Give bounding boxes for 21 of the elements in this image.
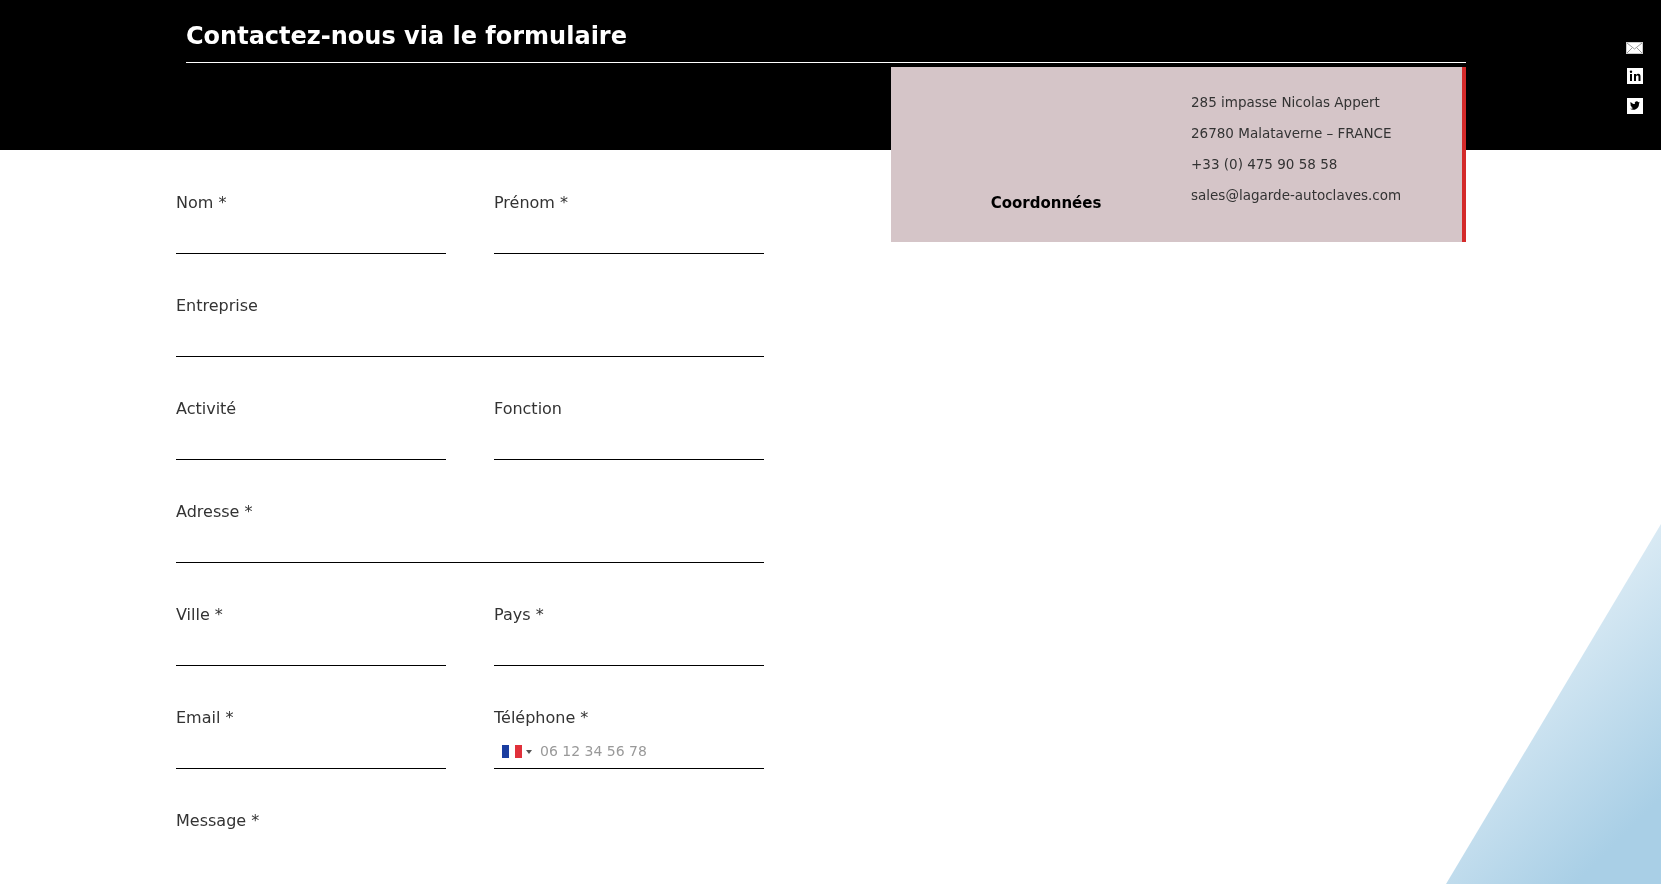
field-label: Entreprise bbox=[176, 296, 259, 316]
field-label: Téléphone * bbox=[494, 708, 590, 728]
mail-icon[interactable] bbox=[1626, 42, 1643, 54]
contact-line: 285 impasse Nicolas Appert bbox=[1191, 93, 1381, 112]
contact-line: 26780 Malataverne – FRANCE bbox=[1191, 124, 1393, 143]
field-label: Email * bbox=[176, 708, 235, 728]
phone-input[interactable]: 06 12 34 56 78 bbox=[540, 741, 730, 762]
field-label: Message * bbox=[176, 811, 261, 831]
field-label: Adresse * bbox=[176, 502, 254, 522]
field-label: Ville * bbox=[176, 605, 224, 625]
field-label: Prénom * bbox=[494, 193, 570, 213]
field-label: Activité bbox=[176, 399, 238, 419]
contact-line: sales@lagarde-autoclaves.com bbox=[1191, 186, 1402, 205]
field-label: Nom * bbox=[176, 193, 228, 213]
field-label: Fonction bbox=[494, 399, 563, 419]
card-heading: Coordonnées bbox=[990, 192, 1102, 214]
page-title: Contactez-nous via le formulaire bbox=[186, 21, 628, 52]
flag-icon[interactable] bbox=[502, 745, 532, 758]
contact-line: +33 (0) 475 90 58 58 bbox=[1191, 155, 1339, 174]
field-label: Pays * bbox=[494, 605, 545, 625]
phone-field[interactable]: 06 12 34 56 78 bbox=[494, 735, 764, 769]
